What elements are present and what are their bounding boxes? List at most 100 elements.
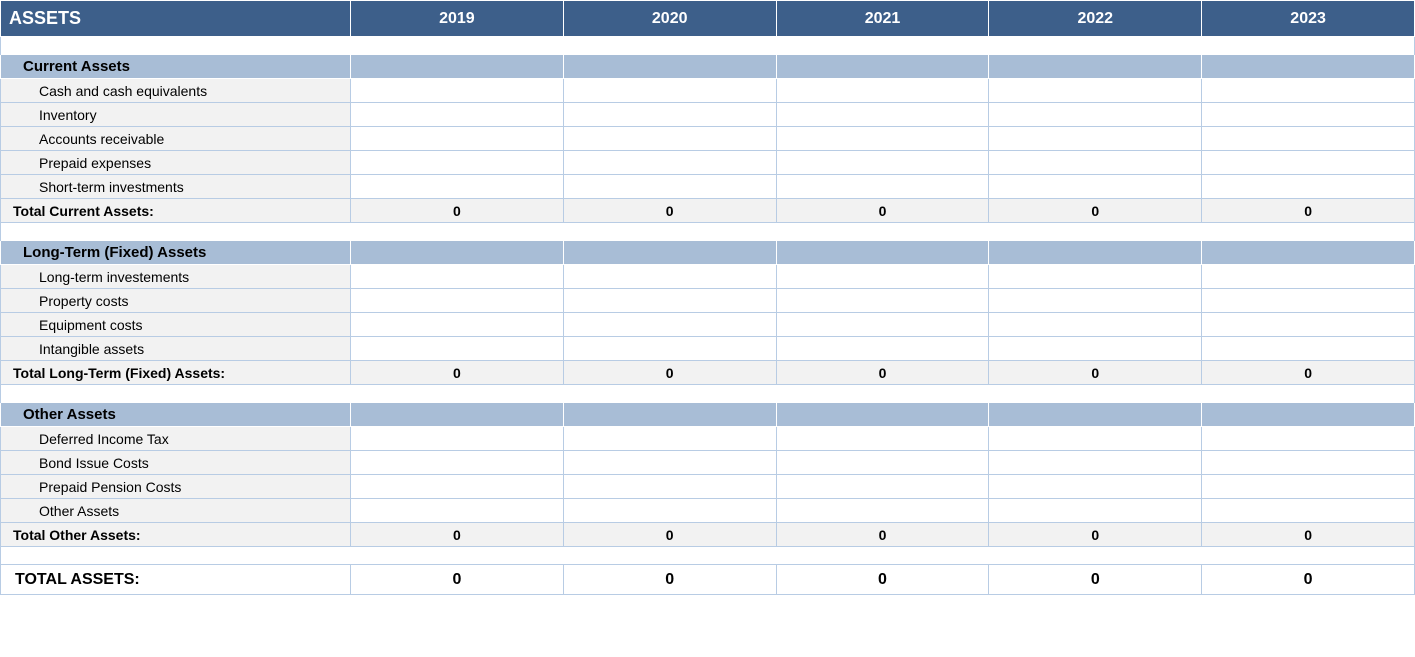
item-cell[interactable]: [1202, 451, 1415, 475]
spacer-row: [1, 223, 1415, 241]
item-cell[interactable]: [351, 499, 564, 523]
item-cell[interactable]: [776, 151, 989, 175]
item-cell[interactable]: [776, 103, 989, 127]
item-label: Intangible assets: [1, 337, 351, 361]
item-cell[interactable]: [351, 265, 564, 289]
grand-total-cell: 0: [1202, 565, 1415, 595]
grand-total-cell: 0: [776, 565, 989, 595]
item-cell[interactable]: [563, 175, 776, 199]
item-cell[interactable]: [989, 313, 1202, 337]
item-cell[interactable]: [989, 127, 1202, 151]
item-cell[interactable]: [989, 451, 1202, 475]
item-cell[interactable]: [563, 499, 776, 523]
table-row: Equipment costs: [1, 313, 1415, 337]
item-cell[interactable]: [1202, 127, 1415, 151]
table-row: Accounts receivable: [1, 127, 1415, 151]
subtotal-label: Total Long-Term (Fixed) Assets:: [1, 361, 351, 385]
item-cell[interactable]: [351, 151, 564, 175]
subtotal-cell: 0: [563, 523, 776, 547]
subtotal-cell: 0: [776, 199, 989, 223]
item-cell[interactable]: [563, 289, 776, 313]
table-row: Short-term investments: [1, 175, 1415, 199]
item-cell[interactable]: [989, 427, 1202, 451]
item-cell[interactable]: [776, 289, 989, 313]
item-cell[interactable]: [563, 127, 776, 151]
item-cell[interactable]: [989, 103, 1202, 127]
item-cell[interactable]: [563, 103, 776, 127]
item-cell[interactable]: [563, 451, 776, 475]
subtotal-cell: 0: [989, 361, 1202, 385]
item-label: Long-term investements: [1, 265, 351, 289]
item-cell[interactable]: [1202, 175, 1415, 199]
section-header-row: Other Assets: [1, 403, 1415, 427]
spacer-row: [1, 37, 1415, 55]
subtotal-cell: 0: [351, 199, 564, 223]
item-cell[interactable]: [776, 337, 989, 361]
item-cell[interactable]: [776, 475, 989, 499]
item-cell[interactable]: [989, 475, 1202, 499]
item-cell[interactable]: [563, 313, 776, 337]
item-cell[interactable]: [776, 313, 989, 337]
item-cell[interactable]: [1202, 427, 1415, 451]
item-cell[interactable]: [351, 289, 564, 313]
item-cell[interactable]: [1202, 151, 1415, 175]
item-cell[interactable]: [776, 499, 989, 523]
item-cell[interactable]: [351, 451, 564, 475]
item-cell[interactable]: [776, 127, 989, 151]
item-cell[interactable]: [351, 175, 564, 199]
item-label: Deferred Income Tax: [1, 427, 351, 451]
item-cell[interactable]: [776, 427, 989, 451]
item-cell[interactable]: [1202, 103, 1415, 127]
item-cell[interactable]: [989, 175, 1202, 199]
table-row: Deferred Income Tax: [1, 427, 1415, 451]
item-label: Property costs: [1, 289, 351, 313]
item-cell[interactable]: [1202, 337, 1415, 361]
grand-total-cell: 0: [563, 565, 776, 595]
item-cell[interactable]: [1202, 265, 1415, 289]
item-label: Inventory: [1, 103, 351, 127]
item-cell[interactable]: [1202, 313, 1415, 337]
item-cell[interactable]: [989, 289, 1202, 313]
item-cell[interactable]: [351, 313, 564, 337]
item-cell[interactable]: [351, 79, 564, 103]
item-cell[interactable]: [776, 265, 989, 289]
item-label: Equipment costs: [1, 313, 351, 337]
item-cell[interactable]: [776, 451, 989, 475]
grand-total-row: TOTAL ASSETS: 0 0 0 0 0: [1, 565, 1415, 595]
subtotal-cell: 0: [1202, 361, 1415, 385]
item-cell[interactable]: [351, 427, 564, 451]
item-label: Short-term investments: [1, 175, 351, 199]
item-cell[interactable]: [1202, 79, 1415, 103]
subtotal-label: Total Other Assets:: [1, 523, 351, 547]
item-cell[interactable]: [351, 337, 564, 361]
item-cell[interactable]: [1202, 289, 1415, 313]
item-cell[interactable]: [563, 151, 776, 175]
header-year-3: 2022: [989, 1, 1202, 37]
table-row: Prepaid expenses: [1, 151, 1415, 175]
item-cell[interactable]: [351, 127, 564, 151]
item-cell[interactable]: [1202, 499, 1415, 523]
section-title: Current Assets: [1, 55, 351, 79]
subtotal-cell: 0: [989, 523, 1202, 547]
item-cell[interactable]: [989, 151, 1202, 175]
table-row: Property costs: [1, 289, 1415, 313]
item-cell[interactable]: [776, 175, 989, 199]
header-row: ASSETS 2019 2020 2021 2022 2023: [1, 1, 1415, 37]
item-label: Prepaid expenses: [1, 151, 351, 175]
item-cell[interactable]: [563, 427, 776, 451]
item-cell[interactable]: [351, 475, 564, 499]
item-cell[interactable]: [1202, 475, 1415, 499]
item-cell[interactable]: [351, 103, 564, 127]
item-cell[interactable]: [989, 265, 1202, 289]
item-cell[interactable]: [563, 475, 776, 499]
subtotal-cell: 0: [351, 523, 564, 547]
section-header-row: Long-Term (Fixed) Assets: [1, 241, 1415, 265]
item-label: Prepaid Pension Costs: [1, 475, 351, 499]
item-cell[interactable]: [989, 499, 1202, 523]
item-cell[interactable]: [563, 79, 776, 103]
item-cell[interactable]: [563, 337, 776, 361]
item-cell[interactable]: [989, 337, 1202, 361]
item-cell[interactable]: [776, 79, 989, 103]
item-cell[interactable]: [989, 79, 1202, 103]
item-cell[interactable]: [563, 265, 776, 289]
